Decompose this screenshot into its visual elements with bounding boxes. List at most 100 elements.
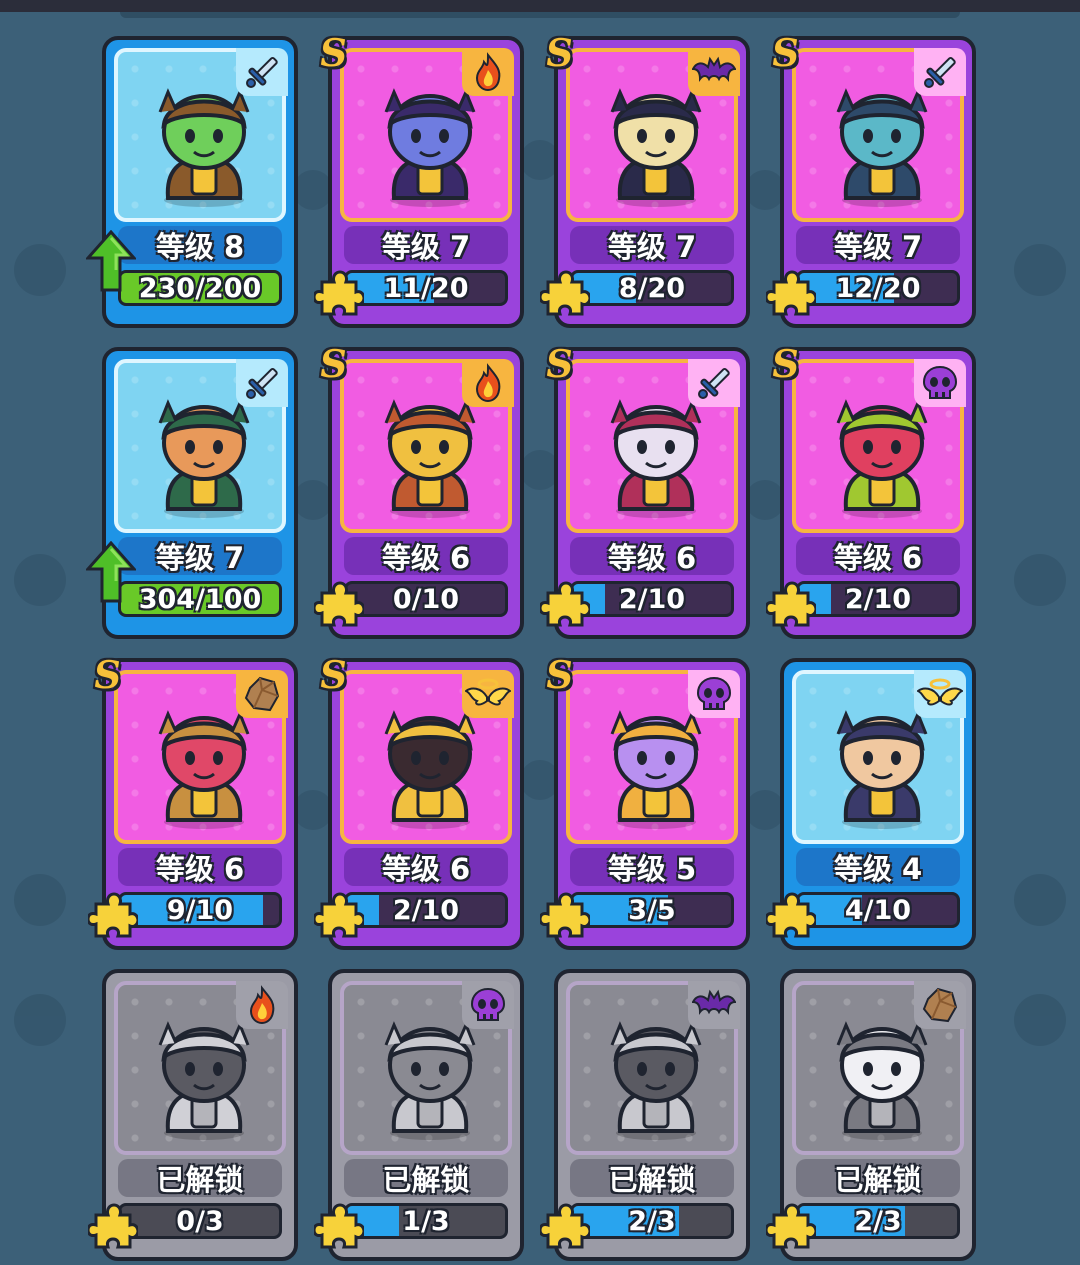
hero-card-bearded-king[interactable]: 等级 4 4/10 (764, 658, 976, 950)
progress-text: 8/20 (618, 272, 686, 304)
hero-card-crystal-spider[interactable]: S 等级 6 9/10 (86, 652, 298, 950)
shard-progress-bar: 1/3 (344, 1203, 508, 1239)
puzzle-piece-icon (312, 579, 366, 629)
hero-card-egg-dragon[interactable]: 已解锁 0/3 (86, 969, 298, 1261)
level-label: 已解锁 (118, 1159, 282, 1197)
shard-progress-bar: 0/3 (118, 1203, 282, 1239)
hero-card-hooded-mage[interactable]: S 等级 6 2/10 (312, 652, 524, 950)
shard-progress-bar: 3/5 (570, 892, 734, 928)
puzzle-piece-icon (312, 1201, 366, 1251)
wings-element-icon (462, 670, 514, 718)
rock-element-icon (236, 670, 288, 718)
shard-progress-bar: 8/20 (570, 270, 734, 306)
hero-card-blonde-girl[interactable]: S 等级 5 3/5 (538, 652, 750, 950)
level-label: 等级 8 (118, 226, 282, 264)
bat-element-icon (688, 981, 740, 1029)
puzzle-piece-icon (764, 268, 818, 318)
level-label: 等级 4 (796, 848, 960, 886)
level-label: 已解锁 (796, 1159, 960, 1197)
top-bar (0, 0, 1080, 12)
puzzle-piece-icon (538, 579, 592, 629)
hero-card-beast-warrior[interactable]: 等级 8 230/200 (84, 36, 298, 328)
skull-element-icon (914, 359, 966, 407)
hero-card-horned-helmet[interactable]: 已解锁 2/3 (764, 969, 976, 1261)
level-label: 等级 7 (344, 226, 508, 264)
level-label: 已解锁 (570, 1159, 734, 1197)
level-label: 等级 7 (796, 226, 960, 264)
fire-element-icon (236, 981, 288, 1029)
puzzle-piece-icon (764, 1201, 818, 1251)
upgrade-arrow-icon[interactable] (84, 229, 138, 292)
s-rank-badge: S (542, 341, 577, 386)
shard-progress-bar: 12/20 (796, 270, 960, 306)
hero-card-demon-lord[interactable]: S 等级 7 11/20 (312, 30, 524, 328)
level-label: 已解锁 (344, 1159, 508, 1197)
hero-card-bandana-rogue[interactable]: 已解锁 2/3 (538, 969, 750, 1261)
shard-progress-bar: 4/10 (796, 892, 960, 928)
s-rank-badge: S (542, 30, 577, 75)
fire-element-icon (462, 359, 514, 407)
s-rank-badge: S (90, 652, 125, 697)
rock-element-icon (914, 981, 966, 1029)
scroll-top-edge (120, 12, 960, 18)
hero-card-flower-plant[interactable]: S 等级 6 2/10 (764, 341, 976, 639)
puzzle-piece-icon (312, 268, 366, 318)
puzzle-piece-icon (764, 890, 818, 940)
progress-text: 11/20 (383, 272, 469, 304)
level-label: 等级 5 (570, 848, 734, 886)
skull-element-icon (462, 981, 514, 1029)
shard-progress-bar: 2/10 (344, 892, 508, 928)
progress-text: 2/10 (392, 894, 460, 926)
hero-card-golden-priestess[interactable]: S 等级 6 0/10 (312, 341, 524, 639)
level-label: 等级 6 (118, 848, 282, 886)
upgrade-arrow-icon[interactable] (84, 540, 138, 603)
hero-card-jester[interactable]: S 等级 7 8/20 (538, 30, 750, 328)
shard-progress-bar: 11/20 (344, 270, 508, 306)
shard-progress-bar: 0/10 (344, 581, 508, 617)
bat-element-icon (688, 48, 740, 96)
level-label: 等级 6 (570, 537, 734, 575)
progress-text: 2/3 (628, 1205, 676, 1237)
s-rank-badge: S (768, 341, 803, 386)
sword-element-icon (914, 48, 966, 96)
wings-element-icon (914, 670, 966, 718)
puzzle-piece-icon (538, 890, 592, 940)
level-label: 等级 7 (118, 537, 282, 575)
hero-card-red-hood-archer[interactable]: S 等级 6 2/10 (538, 341, 750, 639)
progress-text: 2/10 (618, 583, 686, 615)
shard-progress-bar: 2/3 (570, 1203, 734, 1239)
progress-text: 0/3 (176, 1205, 224, 1237)
level-label: 等级 6 (796, 537, 960, 575)
shard-progress-bar: 2/3 (796, 1203, 960, 1239)
puzzle-piece-icon (86, 1201, 140, 1251)
puzzle-piece-icon (312, 890, 366, 940)
s-rank-badge: S (542, 652, 577, 697)
puzzle-piece-icon (764, 579, 818, 629)
hero-card-egg-golem[interactable]: 已解锁 1/3 (312, 969, 524, 1261)
progress-text: 2/3 (854, 1205, 902, 1237)
skull-element-icon (688, 670, 740, 718)
progress-text: 12/20 (835, 272, 921, 304)
level-label: 等级 6 (344, 537, 508, 575)
s-rank-badge: S (316, 652, 351, 697)
sword-element-icon (236, 359, 288, 407)
hero-card-tribal-monkey[interactable]: 等级 7 304/100 (84, 347, 298, 639)
puzzle-piece-icon (538, 1201, 592, 1251)
level-label: 等级 6 (344, 848, 508, 886)
progress-text: 304/100 (138, 583, 262, 615)
progress-text: 9/10 (166, 894, 234, 926)
fire-element-icon (462, 48, 514, 96)
shard-progress-bar: 2/10 (570, 581, 734, 617)
progress-text: 4/10 (844, 894, 912, 926)
progress-text: 2/10 (844, 583, 912, 615)
s-rank-badge: S (316, 30, 351, 75)
hero-card-armored-knight[interactable]: S 等级 7 12/20 (764, 30, 976, 328)
progress-text: 1/3 (402, 1205, 450, 1237)
puzzle-piece-icon (538, 268, 592, 318)
progress-text: 0/10 (392, 583, 460, 615)
shard-progress-bar: 9/10 (118, 892, 282, 928)
shard-progress-bar: 230/200 (118, 270, 282, 306)
s-rank-badge: S (316, 341, 351, 386)
puzzle-piece-icon (86, 890, 140, 940)
sword-element-icon (688, 359, 740, 407)
